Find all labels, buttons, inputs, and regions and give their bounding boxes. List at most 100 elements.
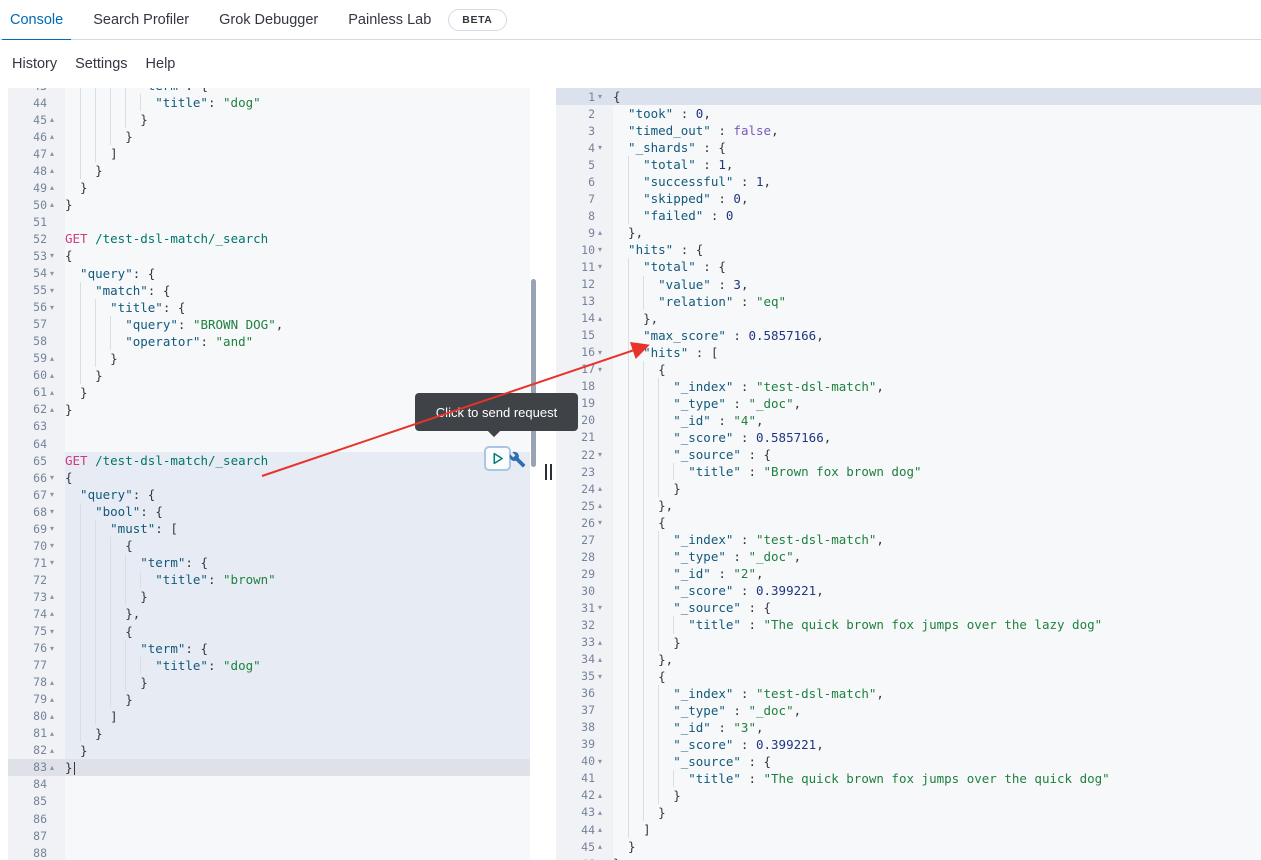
code-line-content[interactable]: "title": "dog" — [65, 657, 530, 674]
code-line-content[interactable]: "query": { — [65, 265, 530, 282]
code-line-content[interactable]: "_index" : "test-dsl-match", — [613, 378, 1261, 395]
code-line-content[interactable]: } — [65, 742, 530, 759]
fold-toggle-icon[interactable]: ▾ — [47, 503, 65, 520]
code-line-content[interactable]: "_index" : "test-dsl-match", — [613, 531, 1261, 548]
fold-toggle-icon[interactable]: ▴ — [47, 111, 65, 128]
code-line-content[interactable]: "total" : { — [613, 258, 1261, 275]
code-line-content[interactable]: "title" : "Brown fox brown dog" — [613, 463, 1261, 480]
fold-toggle-icon[interactable]: ▴ — [47, 725, 65, 742]
fold-toggle-icon[interactable]: ▴ — [47, 691, 65, 708]
code-line-content[interactable]: "_score" : 0.399221, — [613, 736, 1261, 753]
code-line-content[interactable]: ] — [65, 145, 530, 162]
code-line-content[interactable]: "term": { — [65, 640, 530, 657]
fold-toggle-icon[interactable]: ▾ — [47, 299, 65, 316]
fold-toggle-icon[interactable]: ▴ — [595, 787, 613, 804]
code-line-content[interactable]: "title" : "The quick brown fox jumps ove… — [613, 616, 1261, 633]
code-line-content[interactable] — [65, 827, 530, 844]
code-line-content[interactable]: "max_score" : 0.5857166, — [613, 327, 1261, 344]
tab-grok-debugger[interactable]: Grok Debugger — [219, 0, 318, 40]
code-line-content[interactable]: "skipped" : 0, — [613, 190, 1261, 207]
fold-toggle-icon[interactable]: ▴ — [595, 497, 613, 514]
fold-toggle-icon[interactable]: ▾ — [595, 668, 613, 685]
fold-toggle-icon[interactable]: ▾ — [595, 753, 613, 770]
code-line-content[interactable]: "_shards" : { — [613, 139, 1261, 156]
code-line-content[interactable]: "title" : "The quick brown fox jumps ove… — [613, 770, 1261, 787]
fold-toggle-icon[interactable]: ▴ — [47, 708, 65, 725]
fold-toggle-icon[interactable]: ▴ — [47, 401, 65, 418]
code-line-content[interactable]: } — [65, 588, 530, 605]
code-line-content[interactable]: } — [65, 350, 530, 367]
fold-toggle-icon[interactable]: ▴ — [47, 384, 65, 401]
code-line-content[interactable] — [65, 435, 530, 452]
request-options-button[interactable] — [507, 449, 528, 470]
code-line-content[interactable]: "_id" : "4", — [613, 412, 1261, 429]
code-line-content[interactable]: }, — [613, 224, 1261, 241]
code-line-content[interactable]: } — [65, 725, 530, 742]
code-line-content[interactable]: { — [65, 623, 530, 640]
code-line-content[interactable]: "relation" : "eq" — [613, 293, 1261, 310]
code-line-content[interactable]: "_type" : "_doc", — [613, 548, 1261, 565]
fold-toggle-icon[interactable]: ▴ — [47, 759, 65, 776]
code-line-content[interactable]: } — [613, 787, 1261, 804]
code-line-content[interactable]: "timed_out" : false, — [613, 122, 1261, 139]
code-line-content[interactable]: } — [613, 804, 1261, 821]
fold-toggle-icon[interactable]: ▾ — [595, 88, 613, 105]
code-line-content[interactable]: "match": { — [65, 282, 530, 299]
code-line-content[interactable]: } — [613, 855, 1261, 860]
fold-toggle-icon[interactable]: ▴ — [47, 128, 65, 145]
code-line-content[interactable]: } — [65, 691, 530, 708]
code-line-content[interactable]: "successful" : 1, — [613, 173, 1261, 190]
code-line-content[interactable]: "_id" : "3", — [613, 719, 1261, 736]
code-line-content[interactable]: { — [613, 514, 1261, 531]
fold-toggle-icon[interactable]: ▾ — [47, 623, 65, 640]
fold-toggle-icon[interactable]: ▴ — [595, 804, 613, 821]
fold-toggle-icon[interactable]: ▾ — [47, 265, 65, 282]
code-line-content[interactable]: } — [65, 162, 530, 179]
code-line-content[interactable]: "_source" : { — [613, 753, 1261, 770]
code-line-content[interactable]: { — [65, 537, 530, 554]
code-line-content[interactable]: "_type" : "_doc", — [613, 395, 1261, 412]
code-line-content[interactable]: "_source" : { — [613, 446, 1261, 463]
code-line-content[interactable]: "_type" : "_doc", — [613, 702, 1261, 719]
fold-toggle-icon[interactable]: ▾ — [595, 599, 613, 616]
menu-history[interactable]: History — [10, 56, 59, 72]
tab-painless-lab[interactable]: Painless Lab BETA — [348, 0, 506, 40]
code-line-content[interactable]: "title": "dog" — [65, 94, 530, 111]
fold-toggle-icon[interactable]: ▾ — [47, 247, 65, 264]
code-line-content[interactable] — [65, 844, 530, 860]
code-line-content[interactable]: } — [65, 367, 530, 384]
code-line-content[interactable]: "_id" : "2", — [613, 565, 1261, 582]
code-line-content[interactable]: } — [613, 634, 1261, 651]
code-line-content[interactable]: "failed" : 0 — [613, 207, 1261, 224]
fold-toggle-icon[interactable]: ▾ — [47, 520, 65, 537]
code-line-content[interactable]: "_index" : "test-dsl-match", — [613, 685, 1261, 702]
code-line-content[interactable]: { — [613, 88, 1261, 105]
code-line-content[interactable]: "query": { — [65, 486, 530, 503]
fold-toggle-icon[interactable]: ▾ — [595, 258, 613, 275]
code-line-content[interactable]: }, — [613, 497, 1261, 514]
tab-console[interactable]: Console — [10, 0, 63, 40]
code-line-content[interactable]: ] — [65, 708, 530, 725]
fold-toggle-icon[interactable]: ▴ — [47, 145, 65, 162]
code-line-content[interactable]: } — [65, 128, 530, 145]
fold-toggle-icon[interactable]: ▴ — [47, 350, 65, 367]
tab-search-profiler[interactable]: Search Profiler — [93, 0, 189, 40]
fold-toggle-icon[interactable]: ▴ — [595, 480, 613, 497]
fold-toggle-icon[interactable]: ▾ — [47, 537, 65, 554]
code-line-content[interactable]: } — [65, 196, 530, 213]
fold-toggle-icon[interactable]: ▾ — [47, 469, 65, 486]
fold-toggle-icon[interactable]: ▾ — [47, 554, 65, 571]
fold-toggle-icon[interactable]: ▴ — [47, 179, 65, 196]
code-line-content[interactable]: { — [65, 469, 530, 486]
code-line-content[interactable]: GET /test-dsl-match/_search — [65, 230, 530, 247]
fold-toggle-icon[interactable]: ▾ — [595, 241, 613, 258]
code-line-content[interactable]: }, — [613, 310, 1261, 327]
fold-toggle-icon[interactable]: ▾ — [595, 514, 613, 531]
code-line-content[interactable]: "must": [ — [65, 520, 530, 537]
code-line-content[interactable]: "took" : 0, — [613, 105, 1261, 122]
code-line-content[interactable]: "_score" : 0.5857166, — [613, 429, 1261, 446]
code-line-content[interactable]: { — [65, 247, 530, 264]
code-line-content[interactable]: "bool": { — [65, 503, 530, 520]
fold-toggle-icon[interactable]: ▴ — [595, 651, 613, 668]
code-line-content[interactable]: { — [613, 361, 1261, 378]
